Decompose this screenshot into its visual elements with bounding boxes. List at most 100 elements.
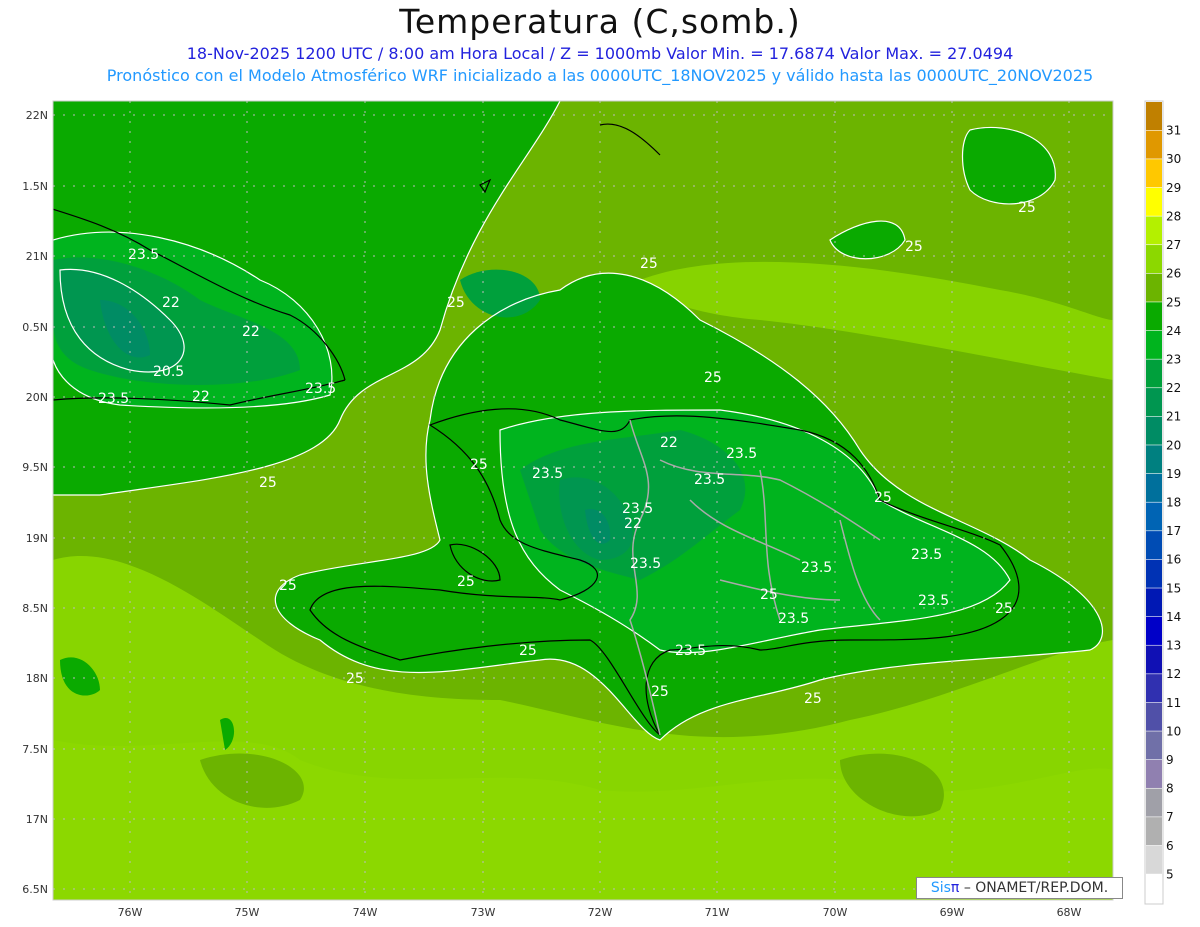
colorbar-label: 25: [1166, 295, 1181, 309]
lon-tick: 69W: [940, 906, 965, 919]
colorbar-swatch: [1146, 759, 1162, 788]
contour-label: 25: [279, 578, 297, 594]
contour-label: 23.5: [911, 547, 942, 563]
colorbar-swatch: [1146, 645, 1162, 674]
colorbar-label: 26: [1166, 267, 1181, 281]
colorbar-swatch: [1146, 302, 1162, 331]
contour-label: 25: [874, 490, 892, 506]
colorbar-label: 17: [1166, 524, 1181, 538]
colorbar-swatch: [1146, 702, 1162, 731]
colorbar-label: 8: [1166, 782, 1174, 796]
map-figure: 23.5 22 22 20.5 22 23.5 23.5 25 25 25 25…: [22, 100, 1181, 919]
colorbar-swatch: [1146, 559, 1162, 588]
colorbar-label: 31: [1166, 124, 1181, 138]
contour-label: 25: [1018, 200, 1036, 216]
colorbar-swatch: [1146, 216, 1162, 245]
contour-label: 25: [259, 475, 277, 491]
contour-label: 23.5: [726, 446, 757, 462]
colorbar-swatch: [1146, 531, 1162, 560]
colorbar-swatch: [1146, 330, 1162, 359]
colorbar-swatch: [1146, 245, 1162, 274]
credit-text: – ONAMET/REP.DOM.: [963, 880, 1109, 896]
colorbar-label: 20: [1166, 438, 1181, 452]
colorbar-label: 10: [1166, 724, 1181, 738]
lat-tick: 21N: [26, 250, 48, 263]
colorbar-swatch: [1146, 616, 1162, 645]
lat-tick: 9.5N: [22, 461, 48, 474]
lon-tick: 71W: [705, 906, 730, 919]
lat-tick: 20N: [26, 391, 48, 404]
colorbar-swatch: [1146, 473, 1162, 502]
contour-label: 23.5: [532, 466, 563, 482]
lat-tick: 19N: [26, 532, 48, 545]
colorbar-label: 15: [1166, 581, 1181, 595]
contour-label: 23.5: [675, 643, 706, 659]
contour-label: 25: [704, 370, 722, 386]
contour-label: 23.5: [778, 611, 809, 627]
latitude-axis: 22N 1.5N 21N 0.5N 20N 9.5N 19N 8.5N 18N …: [22, 109, 48, 896]
contour-label: 23.5: [630, 556, 661, 572]
lat-tick: 1.5N: [22, 180, 48, 193]
colorbar-swatch: [1146, 445, 1162, 474]
contour-label: 25: [346, 671, 364, 687]
colorbar-label: 27: [1166, 238, 1181, 252]
contour-label: 25: [760, 587, 778, 603]
colorbar-swatch: [1146, 187, 1162, 216]
colorbar-swatch: [1146, 416, 1162, 445]
colorbar-label: 24: [1166, 324, 1181, 338]
colorbar-swatch: [1146, 273, 1162, 302]
contour-label: 22: [192, 389, 210, 405]
contour-label: 22: [624, 516, 642, 532]
colorbar-label: 5: [1166, 867, 1174, 881]
contour-label: 25: [457, 574, 475, 590]
colorbar-swatch: [1146, 159, 1162, 188]
contour-label: 25: [995, 601, 1013, 617]
lat-tick: 7.5N: [22, 743, 48, 756]
colorbar-swatch: [1146, 674, 1162, 703]
sispi-logo: Sis: [930, 880, 951, 896]
contour-label: 23.5: [305, 381, 336, 397]
colorbar-label: 14: [1166, 610, 1181, 624]
contour-label: 25: [470, 457, 488, 473]
colorbar-label: 9: [1166, 753, 1174, 767]
lat-tick: 18N: [26, 672, 48, 685]
colorbar-label: 11: [1166, 696, 1181, 710]
colorbar-label: 6: [1166, 839, 1174, 853]
colorbar-swatch: [1146, 359, 1162, 388]
colorbar-label: 29: [1166, 181, 1181, 195]
contour-label: 25: [905, 239, 923, 255]
lon-tick: 70W: [823, 906, 848, 919]
contour-label: 25: [804, 691, 822, 707]
colorbar-swatch: [1146, 788, 1162, 817]
temperature-field: 23.5 22 22 20.5 22 23.5 23.5 25 25 25 25…: [53, 101, 1113, 900]
contour-label: 20.5: [153, 364, 184, 380]
contour-label: 22: [242, 324, 260, 340]
colorbar-swatch: [1146, 817, 1162, 846]
contour-label: 22: [162, 295, 180, 311]
colorbar-label: 18: [1166, 496, 1181, 510]
lon-tick: 68W: [1057, 906, 1082, 919]
contour-label: 23.5: [622, 501, 653, 517]
contour-label: 23.5: [918, 593, 949, 609]
contour-label: 23.5: [801, 560, 832, 576]
colorbar: 31 30 29 28 27 26 25 24 23 22 21 20 19 18 17 16 15 14 13 12…: [1144, 100, 1181, 905]
contour-label: 25: [447, 295, 465, 311]
lat-tick: 6.5N: [22, 883, 48, 896]
colorbar-label: 12: [1166, 667, 1181, 681]
colorbar-label: 28: [1166, 209, 1181, 223]
lon-tick: 72W: [588, 906, 613, 919]
longitude-axis: 76W 75W 74W 73W 72W 71W 70W 69W 68W: [118, 906, 1082, 919]
contour-label: 23.5: [128, 247, 159, 263]
colorbar-swatch: [1146, 130, 1162, 159]
colorbar-label: 30: [1166, 152, 1181, 166]
sispi-logo-pi: π: [950, 880, 960, 896]
colorbar-label: 22: [1166, 381, 1181, 395]
contour-label: 25: [640, 256, 658, 272]
colorbar-label: 21: [1166, 410, 1181, 424]
colorbar-swatch: [1146, 845, 1162, 874]
colorbar-label: 13: [1166, 639, 1181, 653]
lat-tick: 8.5N: [22, 602, 48, 615]
lon-tick: 76W: [118, 906, 143, 919]
colorbar-label: 19: [1166, 467, 1181, 481]
contour-label: 23.5: [694, 472, 725, 488]
